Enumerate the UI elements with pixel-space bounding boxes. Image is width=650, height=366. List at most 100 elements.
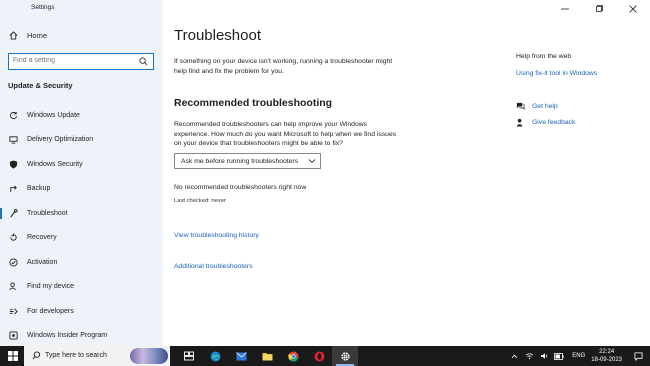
sidebar-item-troubleshoot[interactable]: Troubleshoot <box>0 201 163 226</box>
intro-text: If something on your device isn't workin… <box>174 58 393 75</box>
task-view-icon <box>184 351 194 361</box>
view-history-link[interactable]: View troubleshooting history <box>174 232 259 239</box>
wrench-icon <box>9 208 18 218</box>
delivery-icon <box>9 135 18 144</box>
speaker-icon <box>540 353 547 359</box>
settings-search-input[interactable] <box>13 57 133 64</box>
section-header: Update & Security <box>8 81 73 90</box>
sidebar: Settings Home Update & Security Windows … <box>0 0 163 346</box>
fixit-tool-link[interactable]: Using fix-it tool in Windows <box>516 70 597 77</box>
sidebar-item-label: Delivery Optimization <box>27 136 94 144</box>
task-view-button[interactable] <box>176 346 202 366</box>
home-nav-item[interactable]: Home <box>9 31 47 40</box>
input-language[interactable]: ENG <box>572 353 585 359</box>
notification-center-button[interactable] <box>630 351 646 361</box>
taskbar-search-box[interactable]: Type here to search <box>24 346 170 366</box>
recommended-heading: Recommended troubleshooting <box>174 97 333 109</box>
taskbar: Type here to search ENG 22:24 18-09-2023 <box>0 346 650 366</box>
minimize-button[interactable] <box>548 0 582 18</box>
taskbar-apps <box>176 346 358 366</box>
give-feedback-label: Give feedback <box>532 119 576 126</box>
file-explorer-app-button[interactable] <box>254 346 280 366</box>
battery-icon <box>554 352 564 360</box>
clock-date: 18-09-2023 <box>591 357 622 363</box>
clock-time: 22:24 <box>599 349 615 355</box>
sidebar-item-label: Find my device <box>27 283 75 291</box>
additional-troubleshooters-link[interactable]: Additional troubleshooters <box>174 263 253 270</box>
sidebar-item-label: For developers <box>27 307 74 315</box>
taskbar-search-text: Type here to search <box>45 352 107 359</box>
give-feedback-link[interactable]: Give feedback <box>516 118 575 127</box>
troubleshoot-preference-dropdown[interactable]: Ask me before running troubleshooters <box>174 153 321 169</box>
person-location-icon <box>9 282 18 291</box>
backup-arrow-icon <box>9 184 18 193</box>
show-hidden-icons-button[interactable] <box>508 353 520 360</box>
close-icon <box>629 5 637 13</box>
mail-icon <box>235 351 247 360</box>
sidebar-item-find-my-device[interactable]: Find my device <box>0 275 163 300</box>
wifi-icon <box>525 353 534 360</box>
home-icon <box>9 31 18 40</box>
recommended-description: Recommended troubleshooters can help imp… <box>174 121 397 147</box>
get-help-label: Get help <box>532 103 558 110</box>
sidebar-item-windows-security[interactable]: Windows Security <box>0 152 163 177</box>
system-tray: ENG 22:24 18-09-2023 <box>508 346 650 366</box>
sidebar-item-backup[interactable]: Backup <box>0 177 163 202</box>
recovery-icon <box>9 233 18 242</box>
nav-list: Windows Update Delivery Optimization Win… <box>0 103 163 348</box>
dropdown-value: Ask me before running troubleshooters <box>181 157 299 165</box>
maximize-icon <box>596 5 603 12</box>
sidebar-item-label: Windows Security <box>27 160 83 168</box>
sync-icon <box>9 111 18 120</box>
sidebar-item-label: Troubleshoot <box>27 209 68 217</box>
developer-icon <box>9 307 18 316</box>
sidebar-item-label: Windows Insider Program <box>27 332 108 340</box>
windows-start-icon[interactable] <box>8 351 18 361</box>
sidebar-item-delivery-optimization[interactable]: Delivery Optimization <box>0 128 163 153</box>
insider-icon <box>9 331 18 340</box>
volume-button[interactable] <box>538 352 550 360</box>
chrome-icon <box>287 351 298 362</box>
sidebar-item-windows-insider-program[interactable]: Windows Insider Program <box>0 324 163 349</box>
search-icon[interactable] <box>139 57 148 66</box>
page-title: Troubleshoot <box>174 27 261 44</box>
window-controls <box>548 0 650 18</box>
check-circle-icon <box>9 258 18 267</box>
file-explorer-icon <box>262 352 272 360</box>
search-icon <box>32 351 41 360</box>
close-button[interactable] <box>616 0 650 18</box>
maximize-button[interactable] <box>582 0 616 18</box>
edge-icon <box>210 351 220 361</box>
opera-icon <box>314 351 324 361</box>
edge-app-button[interactable] <box>202 346 228 366</box>
app-title: Settings <box>31 4 55 11</box>
battery-button[interactable] <box>553 352 565 360</box>
minimize-icon <box>561 8 569 10</box>
taskbar-clock[interactable]: 22:24 18-09-2023 <box>591 348 622 364</box>
sidebar-item-label: Recovery <box>27 234 57 242</box>
home-label: Home <box>27 31 48 40</box>
settings-search-box[interactable] <box>8 53 154 70</box>
sidebar-item-for-developers[interactable]: For developers <box>0 299 163 324</box>
opera-app-button[interactable] <box>306 346 332 366</box>
last-checked-text: Last checked: never <box>174 198 226 204</box>
shield-icon <box>9 160 18 169</box>
notification-icon <box>633 351 643 361</box>
sidebar-item-windows-update[interactable]: Windows Update <box>0 103 163 128</box>
sidebar-item-label: Activation <box>27 258 58 266</box>
no-troubleshooters-text: No recommended troubleshooters right now <box>174 184 307 191</box>
get-help-link[interactable]: Get help <box>516 102 558 111</box>
settings-app-button[interactable] <box>332 346 358 366</box>
mail-app-button[interactable] <box>228 346 254 366</box>
chevron-down-icon <box>308 159 316 164</box>
sidebar-item-label: Backup <box>27 185 51 193</box>
feedback-person-icon <box>516 118 523 127</box>
sidebar-item-label: Windows Update <box>27 111 80 119</box>
help-from-web-title: Help from the web <box>516 53 572 60</box>
sidebar-item-activation[interactable]: Activation <box>0 250 163 275</box>
chrome-app-button[interactable] <box>280 346 306 366</box>
sidebar-item-recovery[interactable]: Recovery <box>0 226 163 251</box>
settings-icon <box>340 351 350 361</box>
chat-help-icon <box>516 102 525 111</box>
network-button[interactable] <box>523 352 535 360</box>
